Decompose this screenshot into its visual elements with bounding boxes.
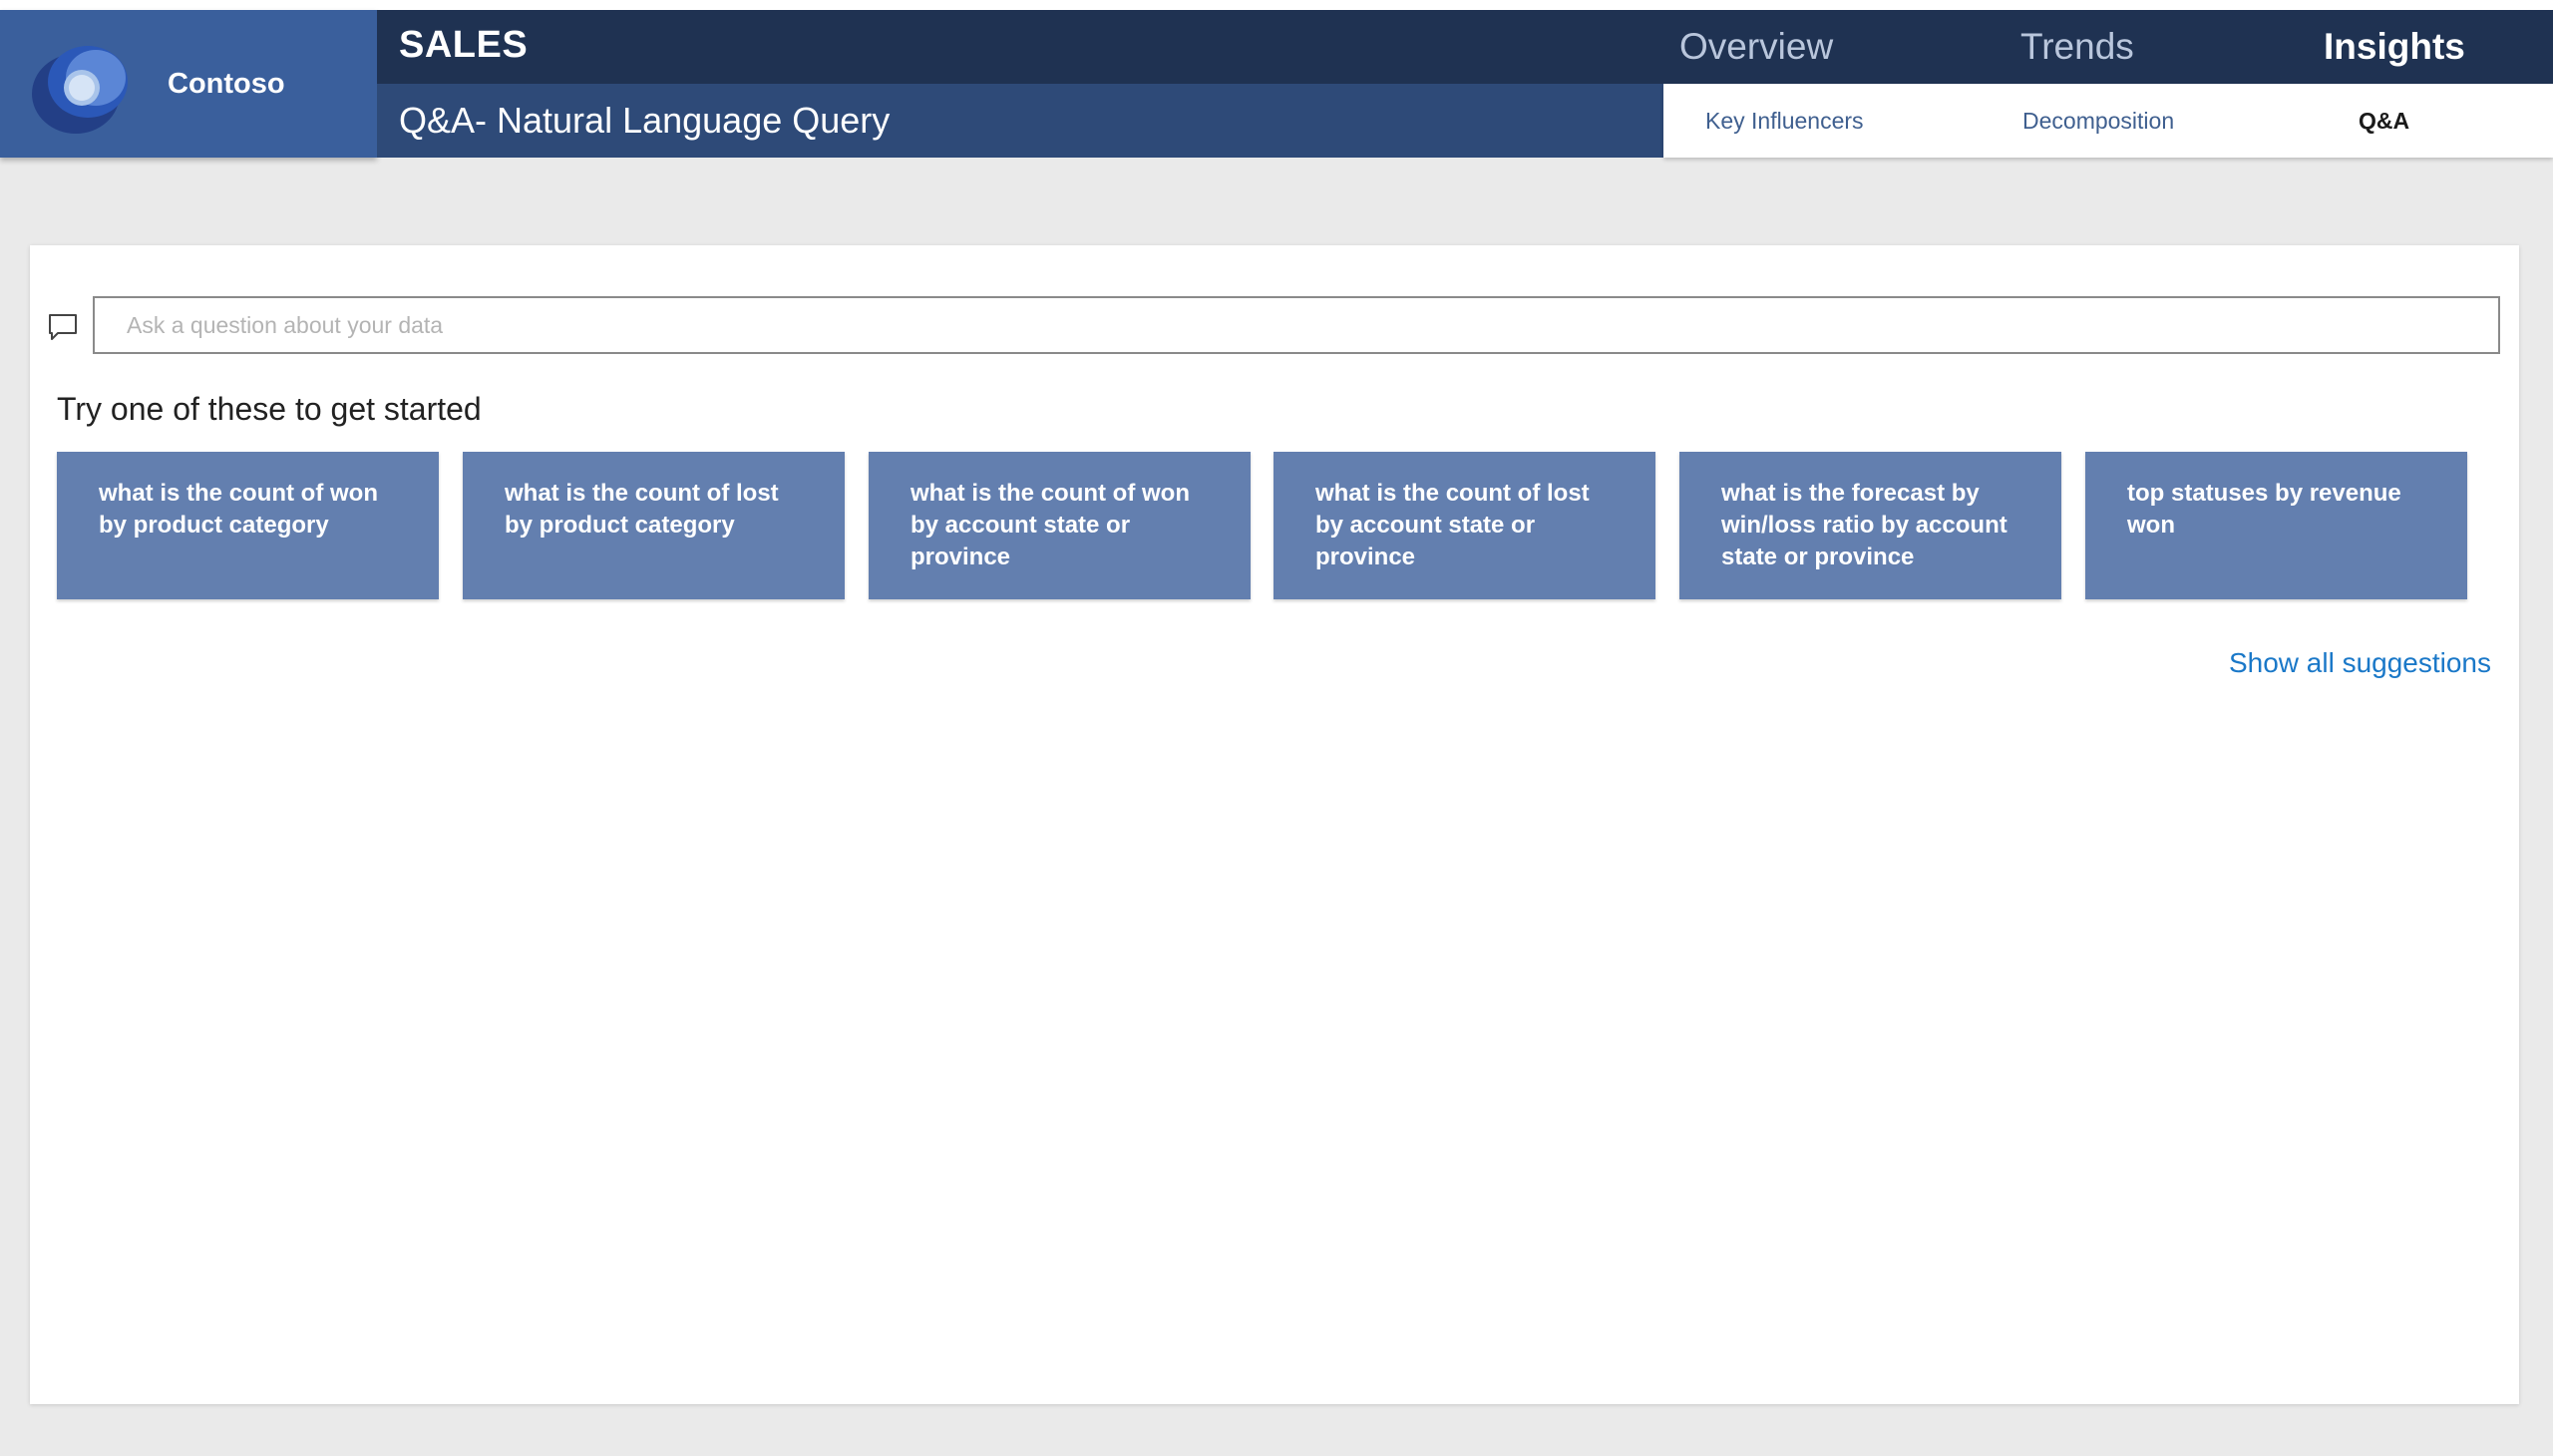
chat-bubble-icon (49, 314, 77, 340)
page-title-bar: Q&A- Natural Language Query (377, 84, 1663, 158)
suggestions-heading: Try one of these to get started (57, 391, 482, 427)
brand-panel: Contoso (0, 10, 377, 158)
qa-visual: Try one of these to get started what is … (30, 245, 2519, 1404)
suggestion-button[interactable]: what is the count of won by account stat… (869, 452, 1251, 599)
top-strip (0, 0, 2553, 10)
suggestion-button[interactable]: what is the count of won by product cate… (57, 452, 439, 599)
suggestion-button[interactable]: what is the count of lost by product cat… (463, 452, 845, 599)
nav-tab-overview[interactable]: Overview (1679, 10, 1833, 84)
show-all-suggestions-link[interactable]: Show all suggestions (2229, 647, 2491, 679)
contoso-logo-icon (32, 46, 128, 134)
page-title: Q&A- Natural Language Query (399, 100, 891, 141)
nav-tab-trends[interactable]: Trends (2020, 10, 2134, 84)
subnav-bar: Key Influencers Decomposition Q&A (1663, 84, 2553, 158)
suggestion-button[interactable]: what is the forecast by win/loss ratio b… (1679, 452, 2061, 599)
qa-question-input[interactable] (93, 296, 2500, 354)
brand-name: Contoso (168, 68, 285, 100)
report-title: SALES (399, 24, 529, 66)
subnav-key-influencers[interactable]: Key Influencers (1705, 84, 1864, 158)
nav-tab-insights[interactable]: Insights (2324, 10, 2465, 84)
subnav-decomposition[interactable]: Decomposition (2022, 84, 2174, 158)
report-header: Contoso SALES Overview Trends Insights Q… (0, 10, 2553, 158)
suggestion-button[interactable]: top statuses by revenue won (2085, 452, 2467, 599)
title-bar: SALES Overview Trends Insights (377, 10, 2553, 84)
subnav-qa[interactable]: Q&A (2359, 84, 2409, 158)
suggestion-button[interactable]: what is the count of lost by account sta… (1274, 452, 1655, 599)
suggestion-list: what is the count of won by product cate… (57, 452, 2500, 599)
